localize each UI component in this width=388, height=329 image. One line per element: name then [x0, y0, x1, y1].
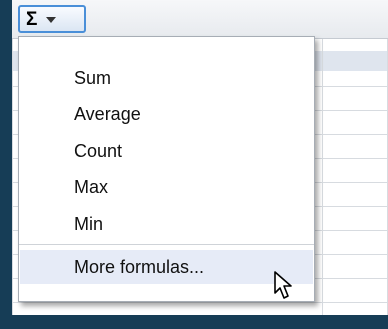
chevron-down-icon[interactable] — [46, 17, 57, 23]
menu-item-count[interactable]: Count — [20, 134, 313, 168]
toolbar: Σ — [12, 0, 388, 39]
grid-column-line — [12, 39, 13, 315]
menu-item-average[interactable]: Average — [20, 97, 313, 131]
sum-symbol: Σ — [26, 8, 38, 30]
menu-item-max[interactable]: Max — [20, 170, 313, 204]
menu-item-label: More formulas... — [74, 256, 205, 277]
grid-column-line — [322, 39, 323, 315]
spreadsheet-window: Σ Sum Average Count Max Min More formula… — [12, 0, 388, 315]
menu-item-label: Max — [74, 176, 109, 197]
menu-item-more-formulas[interactable]: More formulas... — [20, 250, 313, 284]
menu-item-label: Average — [74, 103, 141, 124]
functions-dropdown-menu: Sum Average Count Max Min More formulas.… — [18, 36, 315, 302]
menu-item-label: Min — [74, 213, 104, 234]
function-sum-button[interactable]: Σ — [18, 5, 86, 33]
menu-divider — [19, 244, 314, 245]
menu-item-min[interactable]: Min — [20, 207, 313, 241]
menu-item-label: Count — [74, 140, 123, 161]
menu-item-sum[interactable]: Sum — [20, 61, 313, 95]
mouse-pointer-icon — [274, 271, 292, 299]
menu-item-label: Sum — [74, 67, 112, 88]
